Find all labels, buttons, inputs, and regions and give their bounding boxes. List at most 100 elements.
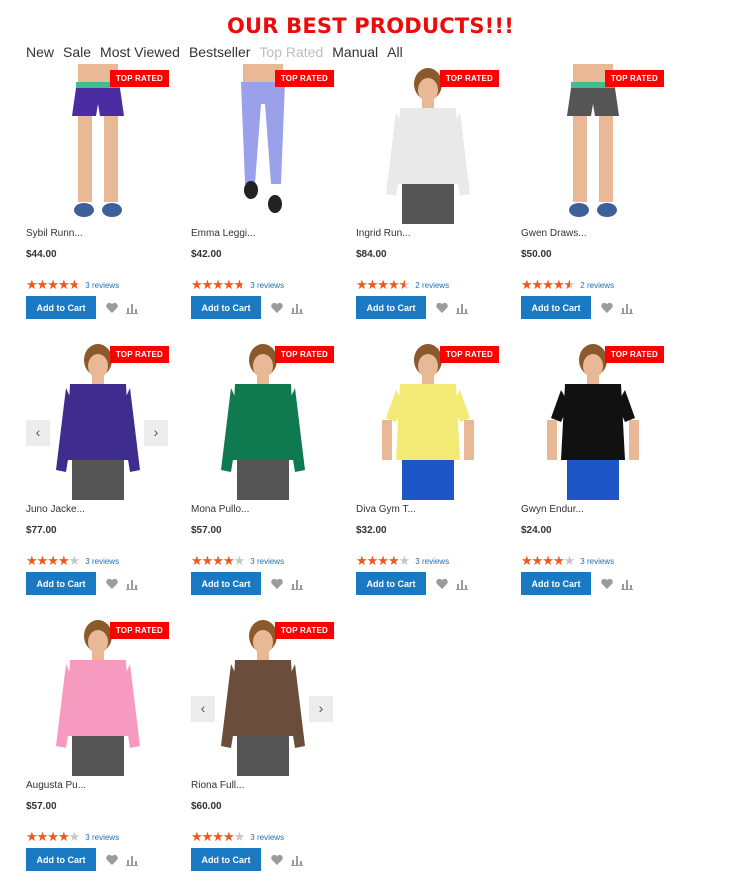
add-to-cart-button[interactable]: Add to Cart xyxy=(521,572,591,595)
add-to-cart-button[interactable]: Add to Cart xyxy=(356,572,426,595)
product-actions: Add to Cart xyxy=(356,572,469,595)
product-image[interactable] xyxy=(356,340,501,500)
top-rated-badge: TOP RATED xyxy=(604,70,664,87)
product-image[interactable] xyxy=(26,64,171,224)
heart-icon[interactable] xyxy=(105,853,119,867)
reviews-link[interactable]: 3 reviews xyxy=(85,833,119,842)
reviews-link[interactable]: 3 reviews xyxy=(85,557,119,566)
compare-icon[interactable] xyxy=(290,577,304,591)
tab-most-viewed[interactable]: Most Viewed xyxy=(100,44,180,60)
add-to-cart-button[interactable]: Add to Cart xyxy=(191,572,261,595)
add-to-cart-button[interactable]: Add to Cart xyxy=(191,848,261,871)
compare-icon[interactable] xyxy=(620,577,634,591)
product-price: $24.00 xyxy=(521,525,552,536)
add-to-cart-button[interactable]: Add to Cart xyxy=(26,296,96,319)
product-actions: Add to Cart xyxy=(191,572,304,595)
product-image[interactable] xyxy=(521,64,666,224)
product-actions: Add to Cart xyxy=(26,296,139,319)
carousel-prev-button[interactable]: ‹ xyxy=(26,420,50,446)
top-rated-badge: TOP RATED xyxy=(109,346,169,363)
product-name[interactable]: Augusta Pu... xyxy=(26,780,86,791)
heart-icon[interactable] xyxy=(105,301,119,315)
top-rated-badge: TOP RATED xyxy=(439,70,499,87)
reviews-link[interactable]: 3 reviews xyxy=(250,833,284,842)
product-rating: ★★★★★ ★★★★★ 2 reviews xyxy=(356,277,449,292)
reviews-link[interactable]: 3 reviews xyxy=(85,281,119,290)
reviews-link[interactable]: 3 reviews xyxy=(580,557,614,566)
heart-icon[interactable] xyxy=(270,577,284,591)
compare-icon[interactable] xyxy=(620,301,634,315)
rating-stars-icon: ★★★★★ ★★★★★ xyxy=(26,829,80,844)
product-image[interactable] xyxy=(26,616,171,776)
product-name[interactable]: Diva Gym T... xyxy=(356,504,416,515)
tab-new[interactable]: New xyxy=(26,44,54,60)
product-rating: ★★★★★ ★★★★★ 3 reviews xyxy=(191,554,284,567)
product-price: $57.00 xyxy=(26,801,57,812)
product-name[interactable]: Mona Pullo... xyxy=(191,504,249,515)
reviews-link[interactable]: 3 reviews xyxy=(250,281,284,290)
compare-icon[interactable] xyxy=(125,577,139,591)
reviews-link[interactable]: 2 reviews xyxy=(580,281,614,290)
product-price: $57.00 xyxy=(191,525,222,536)
reviews-link[interactable]: 3 reviews xyxy=(415,557,449,566)
heart-icon[interactable] xyxy=(600,577,614,591)
compare-icon[interactable] xyxy=(455,577,469,591)
heart-icon[interactable] xyxy=(270,301,284,315)
product-card: TOP RATED ‹ › Juno Jacke... $77.00 ★★★★★… xyxy=(26,340,171,600)
product-actions: Add to Cart xyxy=(191,296,304,319)
tab-bestseller[interactable]: Bestseller xyxy=(189,44,250,60)
product-name[interactable]: Ingrid Run... xyxy=(356,228,410,239)
tab-all[interactable]: All xyxy=(387,44,403,60)
reviews-link[interactable]: 2 reviews xyxy=(415,281,449,290)
heart-icon[interactable] xyxy=(435,301,449,315)
rating-stars-icon: ★★★★★ ★★★★★ xyxy=(26,553,80,568)
product-name[interactable]: Riona Full... xyxy=(191,780,244,791)
product-price: $44.00 xyxy=(26,249,57,260)
compare-icon[interactable] xyxy=(125,301,139,315)
compare-icon[interactable] xyxy=(290,301,304,315)
product-name[interactable]: Gwen Draws... xyxy=(521,228,587,239)
product-image[interactable] xyxy=(191,340,336,500)
product-name[interactable]: Gwyn Endur... xyxy=(521,504,584,515)
product-image[interactable] xyxy=(356,64,501,224)
heart-icon[interactable] xyxy=(600,301,614,315)
add-to-cart-button[interactable]: Add to Cart xyxy=(356,296,426,319)
product-rating: ★★★★★ ★★★★★ 3 reviews xyxy=(191,829,284,844)
add-to-cart-button[interactable]: Add to Cart xyxy=(26,572,96,595)
add-to-cart-button[interactable]: Add to Cart xyxy=(191,296,261,319)
add-to-cart-button[interactable]: Add to Cart xyxy=(521,296,591,319)
product-image[interactable] xyxy=(521,340,666,500)
product-card: TOP RATED Ingrid Run... $84.00 ★★★★★ ★★★… xyxy=(356,64,501,324)
carousel-next-button[interactable]: › xyxy=(144,420,168,446)
product-price: $42.00 xyxy=(191,249,222,260)
compare-icon[interactable] xyxy=(455,301,469,315)
heart-icon[interactable] xyxy=(270,853,284,867)
product-name[interactable]: Sybil Runn... xyxy=(26,228,83,239)
tab-sale[interactable]: Sale xyxy=(63,44,91,60)
compare-icon[interactable] xyxy=(290,853,304,867)
product-image[interactable] xyxy=(191,64,336,224)
page-heading: OUR BEST PRODUCTS!!! xyxy=(227,14,514,38)
reviews-link[interactable]: 3 reviews xyxy=(250,557,284,566)
top-rated-badge: TOP RATED xyxy=(109,622,169,639)
product-rating: ★★★★★ ★★★★★ 3 reviews xyxy=(26,829,119,844)
product-actions: Add to Cart xyxy=(191,848,304,871)
rating-stars-icon: ★★★★★ ★★★★★ xyxy=(191,829,245,844)
top-rated-badge: TOP RATED xyxy=(439,346,499,363)
product-name[interactable]: Emma Leggi... xyxy=(191,228,255,239)
compare-icon[interactable] xyxy=(125,853,139,867)
tab-manual[interactable]: Manual xyxy=(332,44,378,60)
top-rated-badge: TOP RATED xyxy=(274,346,334,363)
carousel-prev-button[interactable]: ‹ xyxy=(191,696,215,722)
heart-icon[interactable] xyxy=(435,577,449,591)
tab-top-rated[interactable]: Top Rated xyxy=(259,44,323,60)
product-rating: ★★★★★ ★★★★★ 2 reviews xyxy=(521,278,614,291)
heart-icon[interactable] xyxy=(105,577,119,591)
add-to-cart-button[interactable]: Add to Cart xyxy=(26,848,96,871)
product-name[interactable]: Juno Jacke... xyxy=(26,504,85,515)
product-card: TOP RATED ‹ › Riona Full... $60.00 ★★★★★… xyxy=(191,616,336,876)
carousel-next-button[interactable]: › xyxy=(309,696,333,722)
top-rated-badge: TOP RATED xyxy=(604,346,664,363)
rating-stars-icon: ★★★★★ ★★★★★ xyxy=(356,277,410,292)
product-actions: Add to Cart xyxy=(26,848,139,871)
